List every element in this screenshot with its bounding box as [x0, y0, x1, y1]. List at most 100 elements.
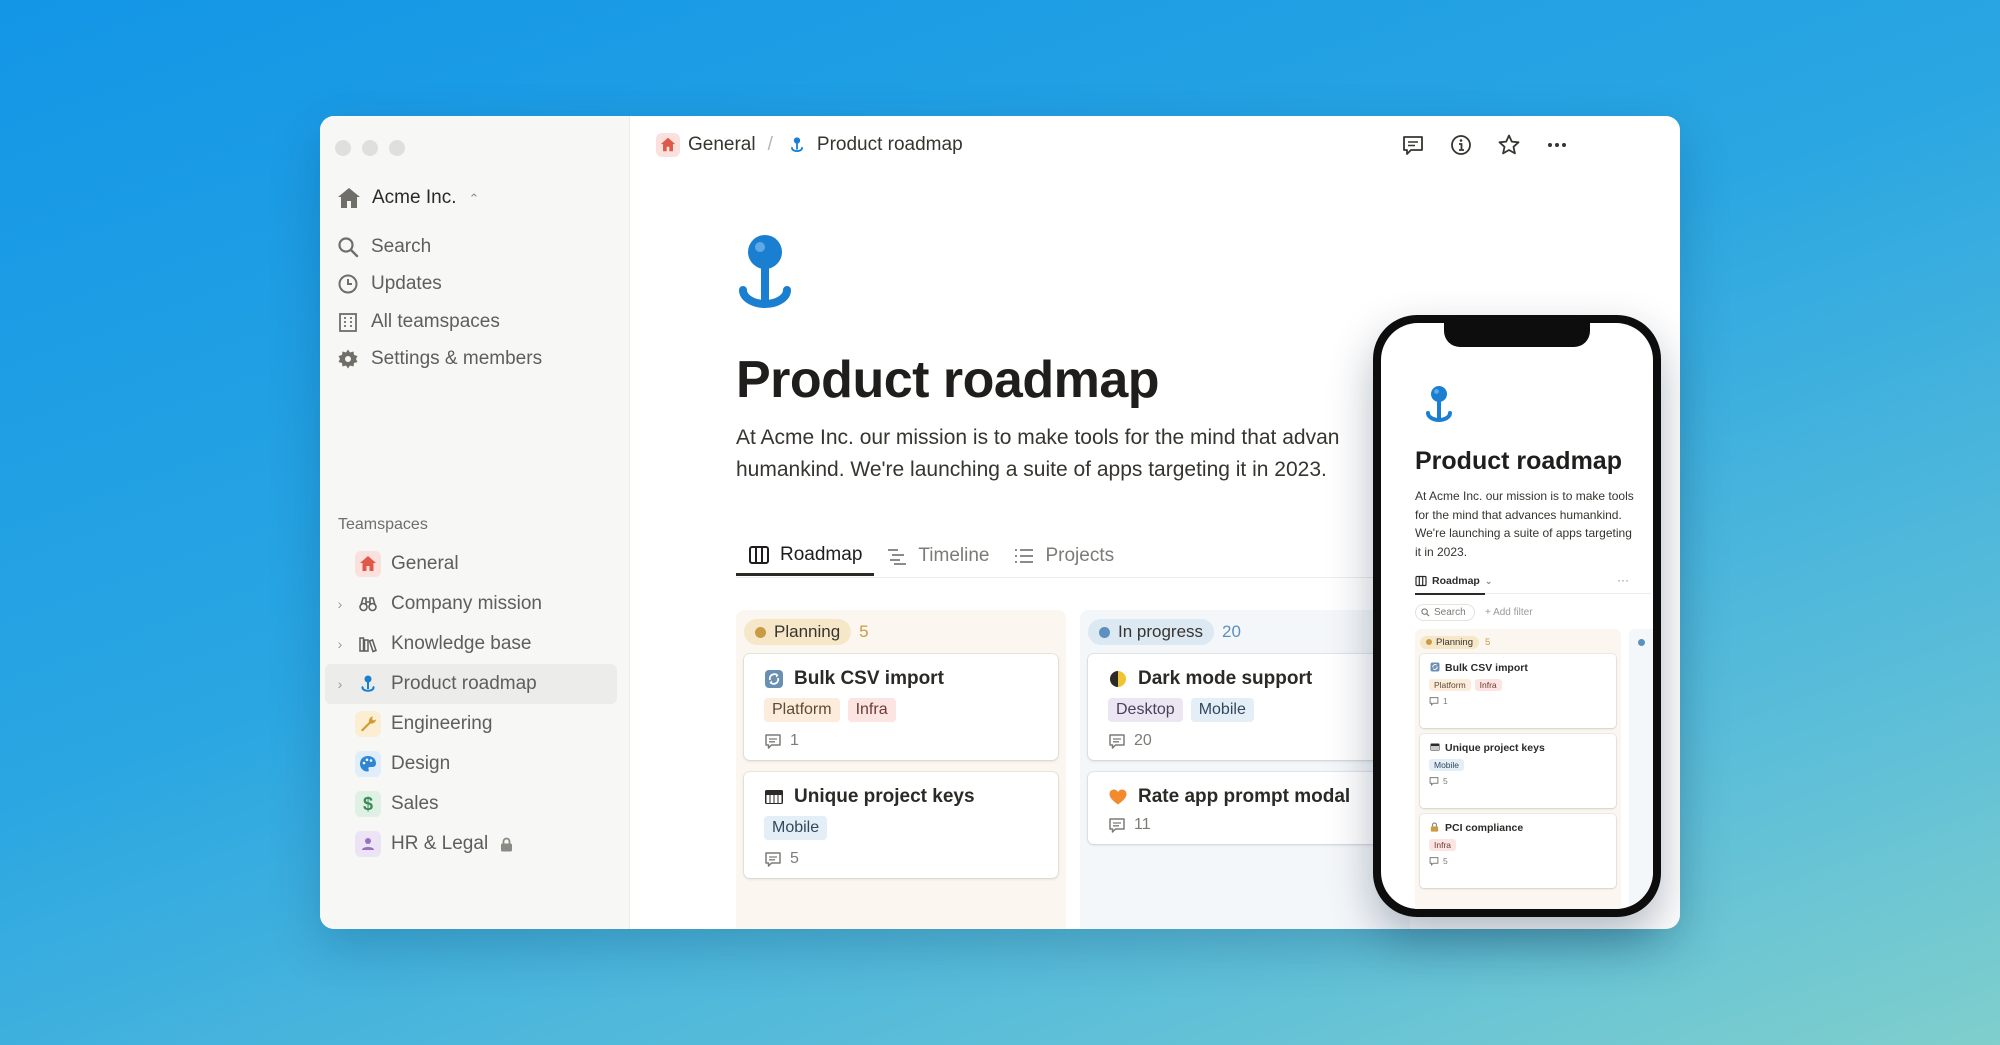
tag: Desktop	[1108, 698, 1183, 722]
board-card[interactable]: Bulk CSV import Platform Infra 1	[1420, 654, 1616, 728]
comment-icon	[1429, 697, 1439, 706]
teamspaces-heading: Teamspaces	[338, 516, 428, 533]
breadcrumb-current[interactable]: Product roadmap	[817, 134, 963, 156]
sidebar-item-all-teamspaces[interactable]: All teamspaces	[332, 303, 622, 341]
tag: Platform	[764, 698, 840, 722]
card-title-text: Bulk CSV import	[794, 668, 944, 689]
phone-page-description: At Acme Inc. our mission is to make tool…	[1415, 489, 1634, 559]
zoom-window-button[interactable]	[389, 140, 405, 156]
sidebar-item-updates[interactable]: Updates	[332, 266, 622, 304]
roadmap-pin-icon	[739, 235, 791, 308]
phone-view-selector[interactable]: Roadmap ⌄	[1415, 575, 1492, 587]
minimize-window-button[interactable]	[362, 140, 378, 156]
phone-board-column-planning: Planning 5 Bulk CSV import Platform Infr…	[1415, 629, 1621, 909]
info-button[interactable]	[1448, 132, 1474, 158]
board-card[interactable]: Unique project keys Mobile 5	[1420, 734, 1616, 808]
phone-mockup: Product roadmap At Acme Inc. our mission…	[1373, 315, 1661, 917]
comments-button[interactable]	[1400, 132, 1426, 158]
page-actions	[1400, 132, 1570, 158]
status-label: Planning	[1436, 636, 1473, 648]
chevron-right-icon[interactable]: ›	[333, 596, 347, 612]
tab-roadmap[interactable]: Roadmap	[736, 536, 875, 576]
books-icon	[355, 631, 381, 657]
roadmap-pin-icon	[1426, 386, 1452, 422]
sidebar-item-label: Search	[371, 235, 432, 257]
search-icon	[1421, 608, 1430, 617]
status-badge[interactable]: Planning	[744, 619, 852, 645]
comment-icon	[1403, 136, 1423, 155]
search-icon	[338, 237, 359, 257]
status-badge[interactable]: Planning	[1420, 635, 1479, 649]
timeline-icon	[888, 549, 907, 565]
sidebar-item-engineering[interactable]: › Engineering	[325, 704, 617, 744]
sidebar-item-general[interactable]: › General	[325, 544, 617, 584]
page-title: Product roadmap	[736, 351, 1160, 409]
roadmap-pin-icon	[355, 671, 381, 697]
sidebar-item-label: Engineering	[391, 713, 493, 734]
board-card[interactable]: Unique project keys Mobile 5	[744, 772, 1058, 878]
phone-add-filter-button[interactable]: + Add filter	[1485, 607, 1533, 618]
card-tags: Platform Infra	[764, 698, 1038, 722]
teamspaces-list: › General › Company mission › Knowledge …	[325, 544, 617, 864]
board-card[interactable]: PCI compliance Infra 5	[1420, 814, 1616, 888]
tag: Infra	[847, 698, 896, 722]
window-controls	[335, 140, 405, 156]
sidebar: Acme Inc. ⌃ Search Updates All teamspace…	[320, 116, 630, 929]
piano-icon	[764, 787, 784, 807]
chevron-down-icon: ⌄	[1484, 575, 1493, 586]
sidebar-item-label: Company mission	[391, 593, 542, 614]
sidebar-item-label: Product roadmap	[391, 673, 537, 694]
sidebar-item-company-mission[interactable]: › Company mission	[325, 584, 617, 624]
status-badge[interactable]: In progress	[1088, 619, 1215, 645]
more-icon[interactable]: ···	[1617, 573, 1629, 587]
tag: Infra	[1474, 679, 1502, 691]
sidebar-item-sales[interactable]: › $ Sales	[325, 784, 617, 824]
workspace-name: Acme Inc.	[372, 187, 457, 208]
status-dot	[1099, 626, 1110, 638]
comment-icon	[1429, 777, 1439, 786]
breadcrumb-parent[interactable]: General	[688, 134, 756, 156]
sidebar-item-design[interactable]: › Design	[325, 744, 617, 784]
favorite-button[interactable]	[1496, 132, 1522, 158]
sidebar-item-label: Updates	[371, 273, 442, 295]
lock-icon	[501, 837, 513, 851]
comment-count: 5	[1443, 776, 1448, 786]
column-header: Planning 5	[1420, 634, 1616, 650]
close-window-button[interactable]	[335, 140, 351, 156]
phone-page-title: Product roadmap	[1415, 447, 1622, 475]
view-tabs: Roadmap Timeline Projects	[736, 536, 1126, 576]
board-card[interactable]: Bulk CSV import Platform Infra 1	[744, 654, 1058, 760]
tab-projects[interactable]: Projects	[1001, 536, 1126, 576]
building-icon	[339, 312, 357, 332]
sidebar-item-knowledge-base[interactable]: › Knowledge base	[325, 624, 617, 664]
more-button[interactable]	[1544, 132, 1570, 158]
clock-icon	[338, 274, 358, 294]
roadmap-pin-icon	[785, 133, 809, 157]
house-icon	[338, 188, 360, 208]
workspace-switcher[interactable]: Acme Inc. ⌃	[336, 186, 479, 210]
status-label: In progress	[1118, 622, 1204, 641]
tab-label: Timeline	[918, 545, 990, 566]
card-title-text: Unique project keys	[794, 786, 975, 807]
sidebar-item-settings[interactable]: Settings & members	[332, 341, 622, 379]
card-comments: 11	[1108, 816, 1382, 834]
sidebar-item-product-roadmap[interactable]: › Product roadmap	[325, 664, 617, 704]
card-tags: Desktop Mobile	[1108, 698, 1382, 722]
sidebar-item-search[interactable]: Search	[332, 228, 622, 266]
sidebar-item-hr-legal[interactable]: › HR & Legal	[325, 824, 617, 864]
chevron-right-icon[interactable]: ›	[333, 676, 347, 692]
comment-count: 1	[1443, 696, 1448, 706]
dollar-icon: $	[355, 791, 381, 817]
chevron-right-icon[interactable]: ›	[333, 636, 347, 652]
comment-icon	[1429, 857, 1439, 866]
card-tags: Mobile	[1429, 759, 1607, 771]
phone-search-button[interactable]: Search	[1415, 604, 1475, 621]
topbar: General / Product roadmap	[630, 116, 1680, 176]
house-icon	[355, 551, 381, 577]
tab-timeline[interactable]: Timeline	[874, 536, 1001, 576]
board-card[interactable]: Rate app prompt modal 11	[1088, 772, 1402, 844]
board-card[interactable]: Dark mode support Desktop Mobile 20	[1088, 654, 1402, 760]
comment-icon	[1109, 818, 1125, 833]
card-comments: 5	[764, 850, 1038, 868]
comment-count: 20	[1134, 732, 1152, 749]
